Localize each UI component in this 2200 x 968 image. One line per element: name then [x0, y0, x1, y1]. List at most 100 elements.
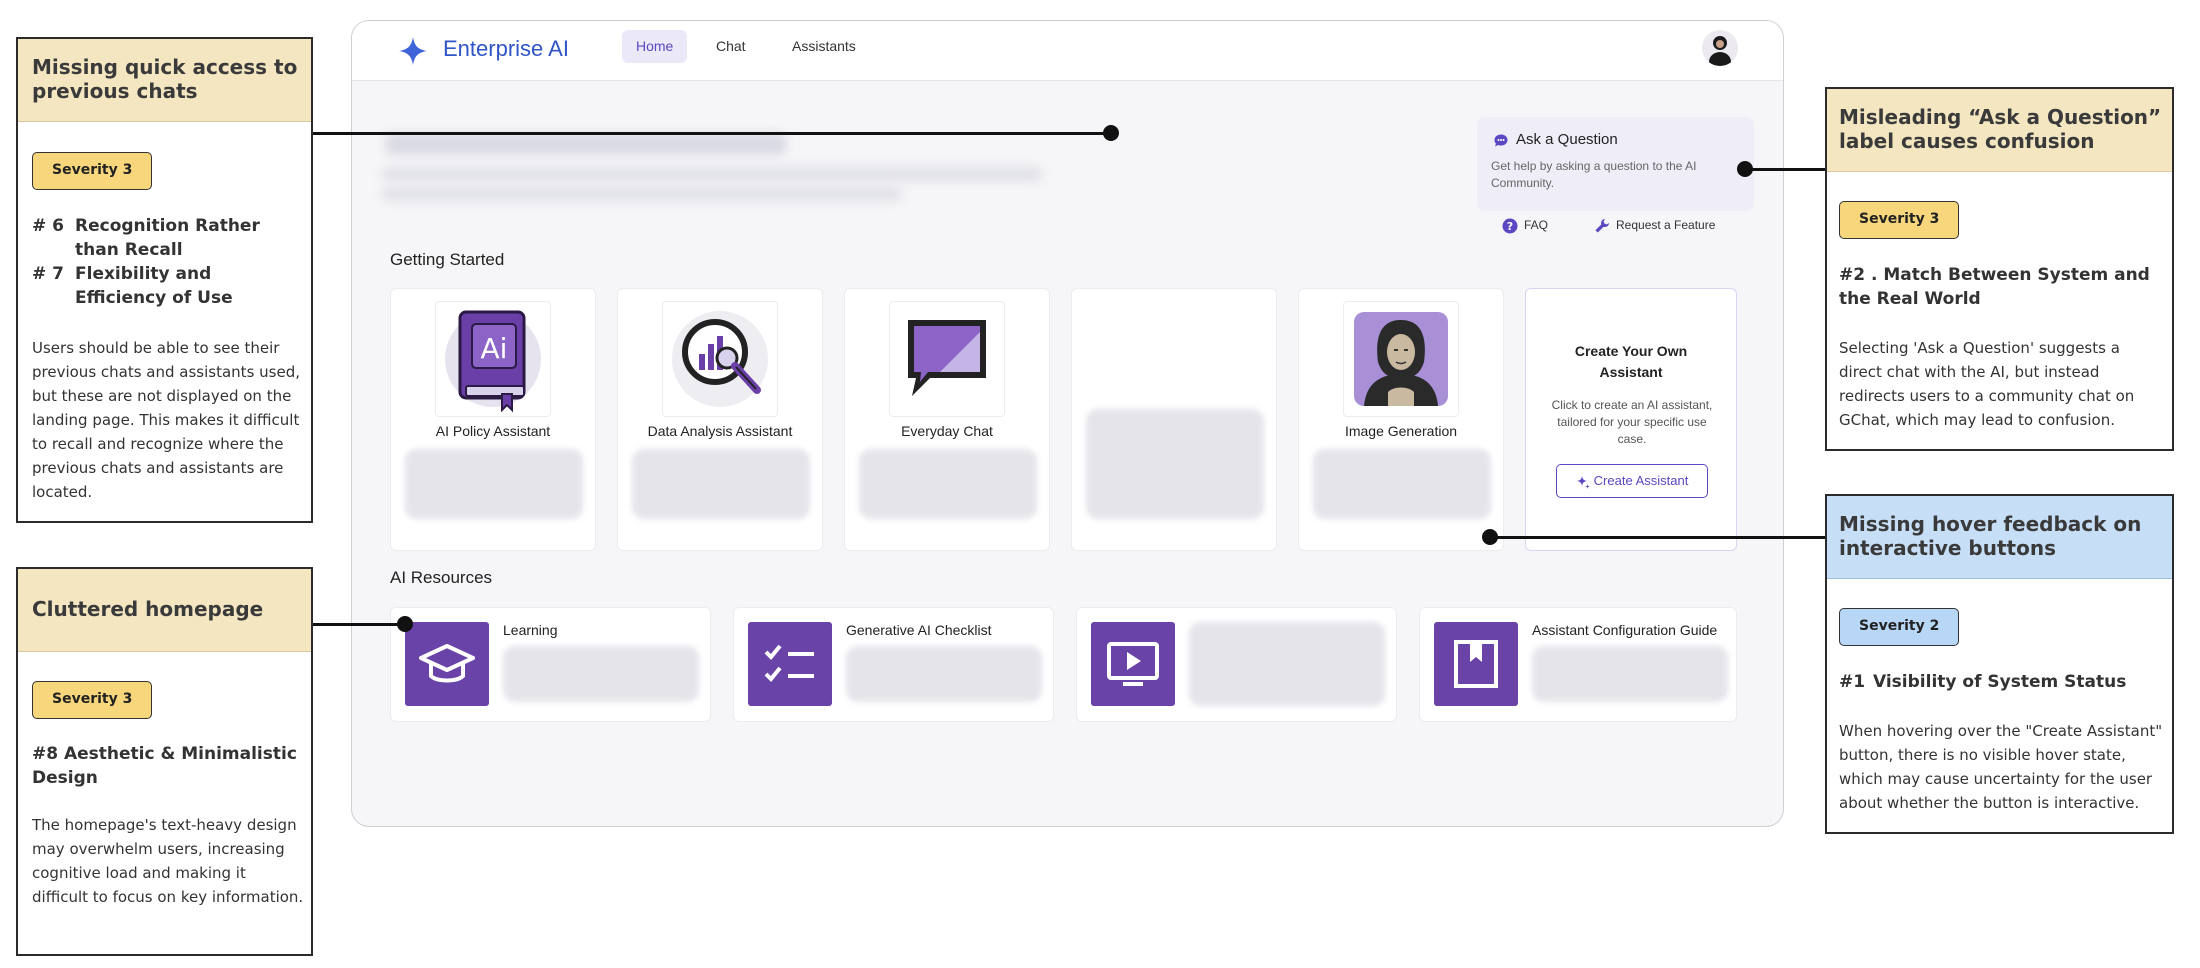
ask-question-description: Get help by asking a question to the AI …: [1491, 159, 1697, 190]
welcome-heading-blurred: [386, 133, 786, 155]
graduation-cap-icon: [419, 644, 475, 683]
severity-badge: Severity 3: [1839, 201, 1960, 239]
brand-name[interactable]: Enterprise AI: [443, 36, 569, 62]
ai-book-icon: Ai: [445, 310, 541, 413]
card-image: [1343, 301, 1459, 417]
checklist-icon: [764, 644, 814, 682]
chat-bubble-icon: [908, 320, 986, 396]
card-name: Everyday Chat: [901, 423, 993, 439]
chat-bubble-icon: [1494, 134, 1508, 147]
create-assistant-description: Click to create an AI assistant, tailore…: [1551, 398, 1713, 446]
annotation-quick-access: Missing quick access to previous chats S…: [16, 37, 313, 523]
card-image: Ai: [435, 301, 551, 417]
annotation-header: Cluttered homepage: [18, 569, 311, 652]
resource-title: Learning: [503, 622, 558, 638]
nav-tab-chat[interactable]: Chat: [702, 30, 760, 63]
user-avatar[interactable]: [1702, 30, 1738, 66]
resource-description-blurred: [503, 646, 699, 702]
severity-badge: Severity 3: [32, 152, 153, 190]
resource-icon-tile: [748, 622, 832, 706]
card-image: [662, 301, 778, 417]
heuristic-text: #2 . Match Between System and the Real W…: [1839, 265, 2150, 309]
request-feature-label: Request a Feature: [1616, 218, 1716, 232]
welcome-text-blurred: [382, 167, 1042, 181]
chart-magnifier-icon: [672, 311, 768, 407]
nav-tab-home[interactable]: Home: [622, 30, 688, 63]
portrait-painting-icon: [1354, 312, 1448, 406]
resource-title: Assistant Configuration Guide: [1532, 622, 1718, 638]
ai-resources-heading: AI Resources: [390, 568, 493, 587]
resource-content-blurred: [1189, 622, 1385, 706]
resource-card-config-guide[interactable]: Assistant Configuration Guide: [1419, 607, 1737, 722]
request-feature-link[interactable]: Request a Feature: [1594, 216, 1715, 234]
assistant-card-blurred[interactable]: [1071, 288, 1277, 551]
resource-card-learning[interactable]: Learning: [390, 607, 711, 722]
connector-line: [1745, 168, 1825, 171]
heuristic-number: # 6: [32, 216, 64, 236]
assistant-card-everyday-chat[interactable]: Everyday Chat: [844, 288, 1050, 551]
faq-label: FAQ: [1524, 218, 1549, 232]
user-avatar-icon: [1709, 36, 1731, 66]
svg-text:Ai: Ai: [481, 332, 508, 365]
create-assistant-card[interactable]: Create Your Own Assistant Click to creat…: [1525, 288, 1737, 551]
annotation-header: Missing quick access to previous chats: [18, 39, 311, 122]
connector-dot: [397, 616, 413, 632]
connector-dot: [1737, 161, 1753, 177]
assistant-card-ai-policy[interactable]: Ai AI Policy Assistant: [390, 288, 596, 551]
annotation-hover-feedback: Missing hover feedback on interactive bu…: [1825, 494, 2174, 834]
card-content-blurred: [1086, 409, 1264, 519]
card-name: Image Generation: [1344, 423, 1458, 439]
bookmark-book-icon: [1454, 640, 1498, 688]
svg-text:?: ?: [1507, 220, 1513, 233]
app-window: Enterprise AI Home Chat Assistants Ask a…: [351, 20, 1784, 827]
annotation-title: Cluttered homepage: [32, 597, 264, 621]
annotation-description: The homepage's text-heavy design may ove…: [32, 816, 304, 906]
resource-icon-tile: [1091, 622, 1175, 706]
ask-question-card[interactable]: Ask a Question Get help by asking a ques…: [1477, 117, 1754, 211]
annotation-header: Missing hover feedback on interactive bu…: [1827, 496, 2172, 579]
connector-dot: [1103, 125, 1119, 141]
create-assistant-title: Create Your Own Assistant: [1574, 343, 1688, 380]
resource-card-checklist[interactable]: Generative AI Checklist: [733, 607, 1054, 722]
card-description-blurred: [632, 449, 810, 519]
connector-dot: [1482, 529, 1498, 545]
resource-description-blurred: [846, 646, 1042, 702]
heuristic-number: #1: [1839, 672, 1866, 692]
heuristic-text: Visibility of System Status: [1873, 672, 2127, 692]
card-image: [889, 301, 1005, 417]
assistant-card-data-analysis[interactable]: Data Analysis Assistant: [617, 288, 823, 551]
resource-card-video[interactable]: [1076, 607, 1397, 722]
annotation-title: Missing quick access to previous chats: [32, 55, 298, 103]
app-header: Enterprise AI Home Chat Assistants: [352, 21, 1783, 81]
video-play-icon: [1107, 642, 1159, 686]
card-description-blurred: [859, 449, 1037, 519]
heuristic-text: #8 Aesthetic & Minimalistic Design: [32, 744, 297, 788]
create-assistant-label: Create Assistant: [1593, 473, 1689, 488]
resource-icon-tile: [405, 622, 489, 706]
card-description-blurred: [1313, 449, 1491, 519]
assistant-card-image-generation[interactable]: Image Generation: [1298, 288, 1504, 551]
getting-started-heading: Getting Started: [390, 250, 505, 269]
annotation-description: When hovering over the "Create Assistant…: [1839, 722, 2163, 812]
heuristic-number: # 7: [32, 264, 64, 284]
annotation-description: Selecting 'Ask a Question' suggests a di…: [1839, 339, 2135, 429]
connector-line: [313, 132, 1113, 135]
connector-line: [313, 623, 405, 626]
create-assistant-button[interactable]: Create Assistant: [1556, 464, 1708, 498]
welcome-text-blurred: [382, 187, 902, 201]
card-name: Data Analysis Assistant: [647, 423, 793, 439]
card-name: AI Policy Assistant: [435, 423, 551, 439]
annotation-description: Users should be able to see their previo…: [32, 339, 300, 501]
annotation-ask-label: Misleading “Ask a Question” label causes…: [1825, 87, 2174, 451]
nav-tab-assistants[interactable]: Assistants: [778, 30, 870, 63]
resource-description-blurred: [1532, 646, 1728, 702]
annotation-header: Misleading “Ask a Question” label causes…: [1827, 89, 2172, 172]
help-circle-icon: ?: [1502, 218, 1518, 234]
sparkle-logo-icon: [399, 37, 427, 65]
wrench-icon: [1595, 218, 1609, 233]
heuristic-text: Flexibility and Efficiency of Use: [75, 264, 233, 308]
faq-link[interactable]: ? FAQ: [1502, 216, 1548, 234]
heuristic-text: Recognition Rather than Recall: [75, 216, 260, 260]
sparkle-icon: [1576, 475, 1590, 489]
annotation-title: Misleading “Ask a Question” label causes…: [1839, 105, 2162, 153]
